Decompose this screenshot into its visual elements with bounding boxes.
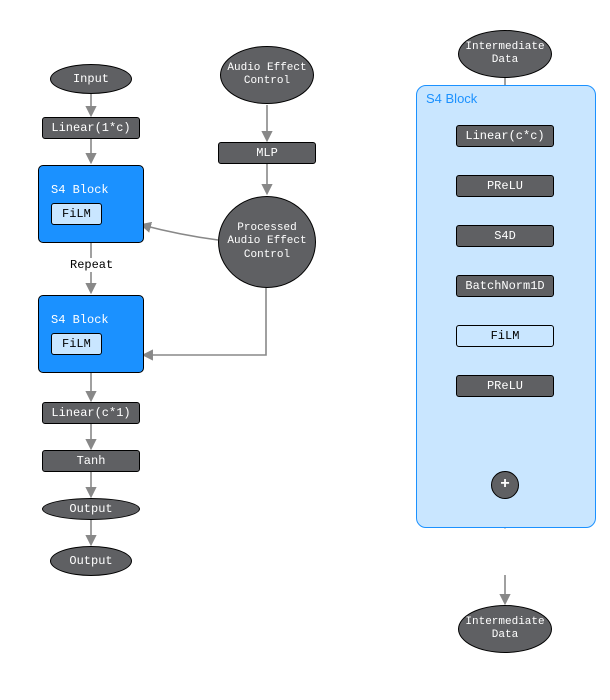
processed-audio-control-label: Processed Audio Effect Control [219,222,315,262]
s4block-2-title: S4 Block [51,313,109,327]
s4block-2: S4 Block FiLM [38,295,144,373]
s4d-node: S4D [456,225,554,247]
s4-block-panel-title: S4 Block [426,91,477,106]
mlp-label: MLP [256,146,278,160]
film-node: FiLM [456,325,554,347]
input-label: Input [73,72,109,86]
linear-out-node: Linear(c*1) [42,402,140,424]
audio-effect-control-label: Audio Effect Control [221,62,313,88]
s4block-1-title: S4 Block [51,183,109,197]
output-node-2: Output [50,546,132,576]
linear-in-label: Linear(1*c) [51,121,130,135]
tanh-node: Tanh [42,450,140,472]
s4-block-panel [416,85,596,528]
output-node-1: Output [42,498,140,520]
prelu-2-label: PReLU [487,379,523,393]
linear-out-label: Linear(c*1) [51,406,130,420]
input-node: Input [50,64,132,94]
batchnorm-node: BatchNorm1D [456,275,554,297]
prelu-1-label: PReLU [487,179,523,193]
linear-cc-label: Linear(c*c) [465,129,544,143]
prelu-1-node: PReLU [456,175,554,197]
output-label-1: Output [69,502,112,516]
prelu-2-node: PReLU [456,375,554,397]
film-label: FiLM [491,329,520,343]
linear-in-node: Linear(1*c) [42,117,140,139]
processed-audio-control-node: Processed Audio Effect Control [218,196,316,288]
batchnorm-label: BatchNorm1D [465,279,544,293]
intermediate-data-in-node: Intermediate Data [458,30,552,78]
plus-node: + [491,471,519,499]
intermediate-data-out-label: Intermediate Data [459,616,551,642]
repeat-label: Repeat [70,258,113,272]
s4block-2-film: FiLM [51,333,102,355]
linear-cc-node: Linear(c*c) [456,125,554,147]
s4block-1-film: FiLM [51,203,102,225]
s4d-label: S4D [494,229,516,243]
tanh-label: Tanh [77,454,106,468]
mlp-node: MLP [218,142,316,164]
intermediate-data-in-label: Intermediate Data [459,41,551,67]
intermediate-data-out-node: Intermediate Data [458,605,552,653]
s4block-1: S4 Block FiLM [38,165,144,243]
plus-label: + [500,475,510,494]
output-label-2: Output [69,554,112,568]
audio-effect-control-node: Audio Effect Control [220,46,314,104]
